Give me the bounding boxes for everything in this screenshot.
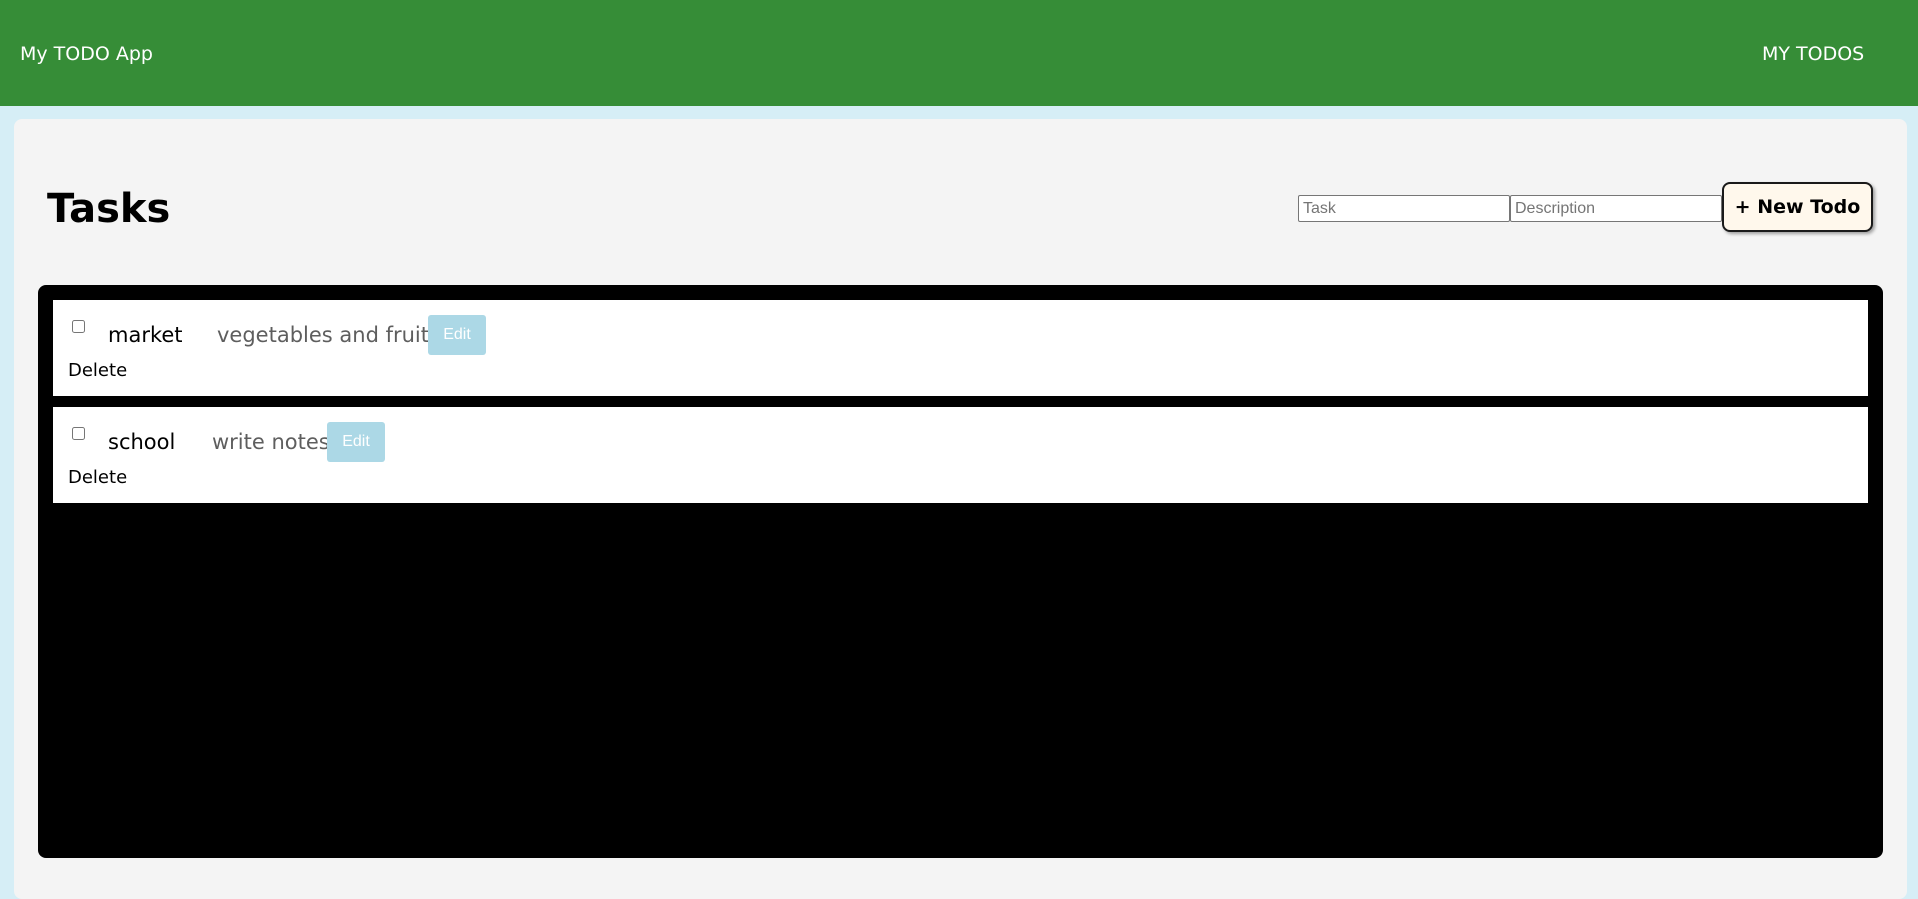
todo-description: vegetables and fruits — [217, 323, 440, 347]
todo-checkbox[interactable] — [72, 320, 85, 333]
task-input[interactable] — [1298, 195, 1510, 222]
delete-button[interactable]: Delete — [68, 360, 127, 382]
nav-link-my-todos[interactable]: MY TODOS — [1762, 42, 1864, 66]
page-title: Tasks — [47, 186, 171, 232]
todo-list: market vegetables and fruits Edit Delete… — [38, 285, 1883, 858]
navbar: My TODO App MY TODOS — [0, 0, 1918, 106]
todo-description: write notes — [212, 430, 330, 454]
todo-title: market — [108, 323, 183, 347]
new-todo-button[interactable]: + New Todo — [1722, 182, 1873, 232]
app-brand[interactable]: My TODO App — [20, 42, 153, 66]
edit-button[interactable]: Edit — [428, 315, 486, 355]
todo-item: school write notes Edit Delete — [53, 407, 1868, 503]
todo-item: market vegetables and fruits Edit Delete — [53, 300, 1868, 396]
todo-checkbox[interactable] — [72, 427, 85, 440]
todo-title: school — [108, 430, 176, 454]
description-input[interactable] — [1510, 195, 1722, 222]
delete-button[interactable]: Delete — [68, 467, 127, 489]
edit-button[interactable]: Edit — [327, 422, 385, 462]
